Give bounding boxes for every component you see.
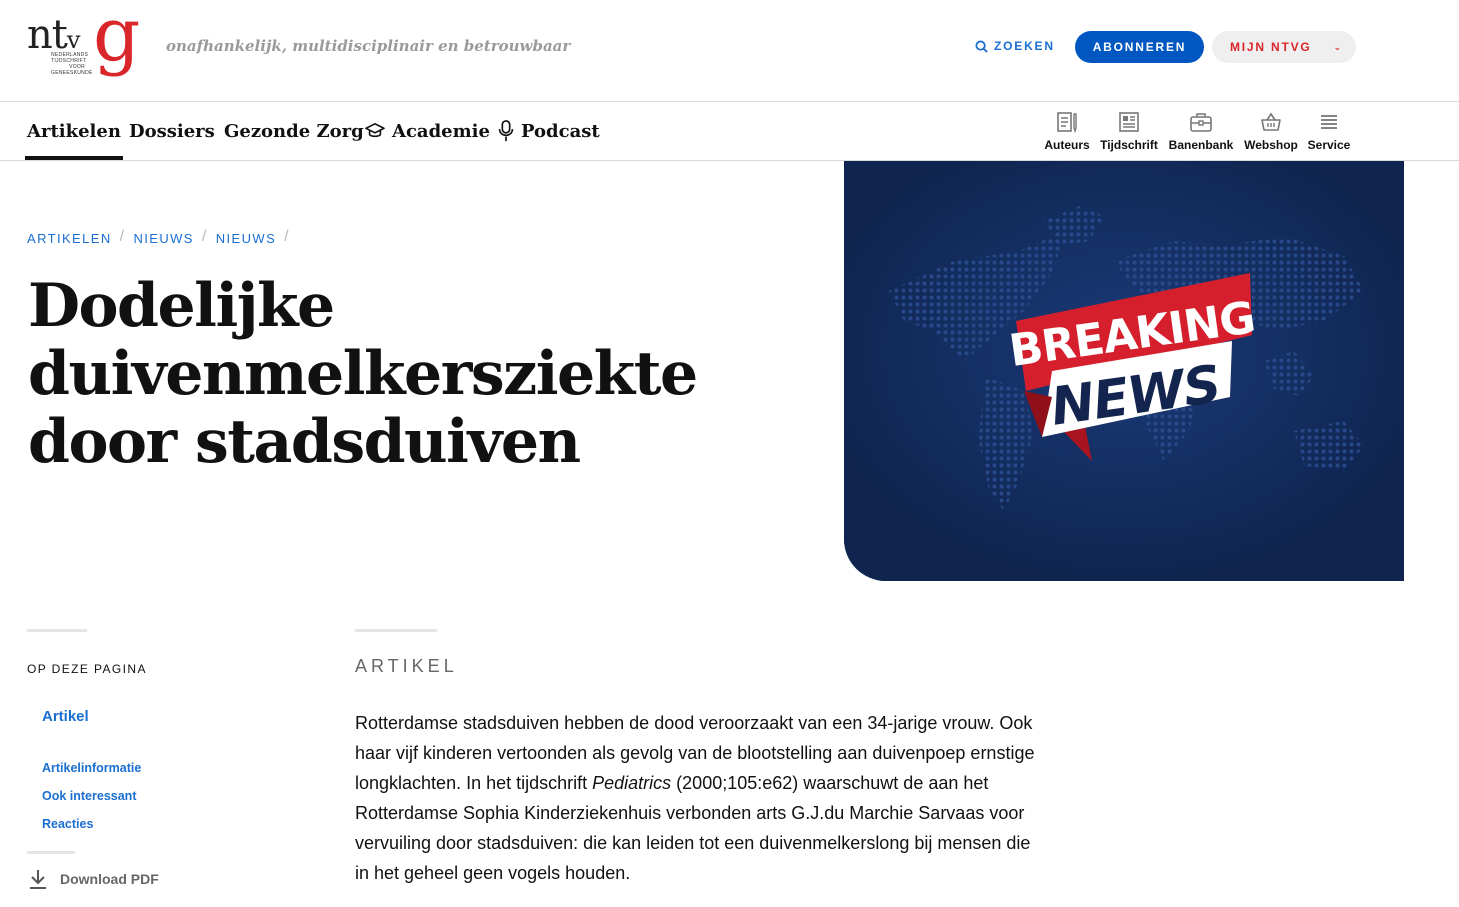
breaking-news-illustration: BREAKING NEWS <box>844 161 1404 581</box>
journal-icon <box>1119 112 1139 132</box>
nav-item-academie[interactable]: Academie <box>364 116 490 146</box>
nav-label: Dossiers <box>129 120 215 142</box>
util-banenbank[interactable]: Banenbank <box>1168 110 1234 152</box>
util-label: Auteurs <box>1044 138 1090 152</box>
search-icon <box>975 39 988 53</box>
article-title: Dodelijke duivenmelkersziekte door stads… <box>28 271 698 477</box>
breadcrumb: ARTIKELEN / NIEUWS / NIEUWS / <box>27 228 290 246</box>
nav-item-podcast[interactable]: Podcast <box>497 116 600 146</box>
toc-title: OP DEZE PAGINA <box>27 662 147 676</box>
nav-item-gezonde-zorg[interactable]: Gezonde Zorg <box>224 116 364 146</box>
nav-label: Academie <box>392 120 490 142</box>
download-label: Download PDF <box>60 871 159 887</box>
sidebar-divider <box>27 629 87 632</box>
sidebar-divider <box>27 851 75 854</box>
util-tijdschrift[interactable]: Tijdschrift <box>1096 110 1162 152</box>
nav-label: Gezonde Zorg <box>224 120 364 142</box>
toc-link-ook-interessant[interactable]: Ook interessant <box>42 789 136 803</box>
breadcrumb-link[interactable]: NIEUWS <box>216 231 276 246</box>
logo-subtitle: NEDERLANDS TIJDSCHRIFT VOOR GENEESKUNDE <box>51 52 93 76</box>
journal-name: Pediatrics <box>592 773 672 793</box>
site-header: ntv g NEDERLANDS TIJDSCHRIFT VOOR GENEES… <box>0 0 1459 102</box>
download-icon <box>30 870 46 889</box>
util-auteurs[interactable]: Auteurs <box>1034 110 1100 152</box>
nav-label: Artikelen <box>27 120 121 142</box>
section-label: ARTIKEL <box>355 656 458 676</box>
download-pdf-button[interactable]: Download PDF <box>28 868 159 890</box>
nav-item-artikelen[interactable]: Artikelen <box>25 116 123 160</box>
breadcrumb-separator: / <box>201 228 208 245</box>
breadcrumb-link[interactable]: NIEUWS <box>133 231 193 246</box>
search-label: ZOEKEN <box>994 39 1055 53</box>
menu-icon <box>1321 115 1337 129</box>
util-label: Tijdschrift <box>1100 138 1158 152</box>
author-icon <box>1057 112 1077 134</box>
breadcrumb-separator: / <box>284 228 290 245</box>
util-label: Service <box>1307 138 1351 152</box>
article-divider <box>355 629 437 632</box>
microphone-icon <box>498 120 514 142</box>
my-ntvg-label: MIJN NTVG <box>1230 40 1312 54</box>
search-button[interactable]: ZOEKEN <box>975 39 1055 53</box>
toc-link-artikel[interactable]: Artikel <box>42 708 89 725</box>
subscribe-button[interactable]: ABONNEREN <box>1075 31 1204 63</box>
util-label: Banenbank <box>1168 138 1234 152</box>
site-tagline: onafhankelijk, multidisciplinair en betr… <box>166 37 571 55</box>
nav-label: Podcast <box>521 120 600 142</box>
basket-icon <box>1261 112 1281 131</box>
my-ntvg-button[interactable]: MIJN NTVG ⌄ <box>1212 31 1356 63</box>
nav-item-dossiers[interactable]: Dossiers <box>129 116 215 146</box>
article-body: Rotterdamse stadsduiven hebben de dood v… <box>355 708 1035 888</box>
breadcrumb-separator: / <box>119 228 126 245</box>
chevron-down-icon: ⌄ <box>1333 41 1343 52</box>
breaking-news-image: BREAKING NEWS <box>844 161 1404 581</box>
main-navigation: Artikelen Dossiers Gezonde Zorg Academie… <box>0 102 1459 161</box>
graduation-cap-icon <box>365 122 385 138</box>
breadcrumb-link[interactable]: ARTIKELEN <box>27 231 112 246</box>
toc-link-artikelinformatie[interactable]: Artikelinformatie <box>42 761 141 775</box>
ntvg-logo[interactable]: ntv g NEDERLANDS TIJDSCHRIFT VOOR GENEES… <box>27 0 147 82</box>
briefcase-icon <box>1190 113 1212 132</box>
util-webshop[interactable]: Webshop <box>1238 110 1304 152</box>
toc-link-reacties[interactable]: Reacties <box>42 817 93 831</box>
util-label: Webshop <box>1244 138 1298 152</box>
logo-g-mark: g <box>93 0 141 78</box>
util-service[interactable]: Service <box>1296 110 1362 152</box>
